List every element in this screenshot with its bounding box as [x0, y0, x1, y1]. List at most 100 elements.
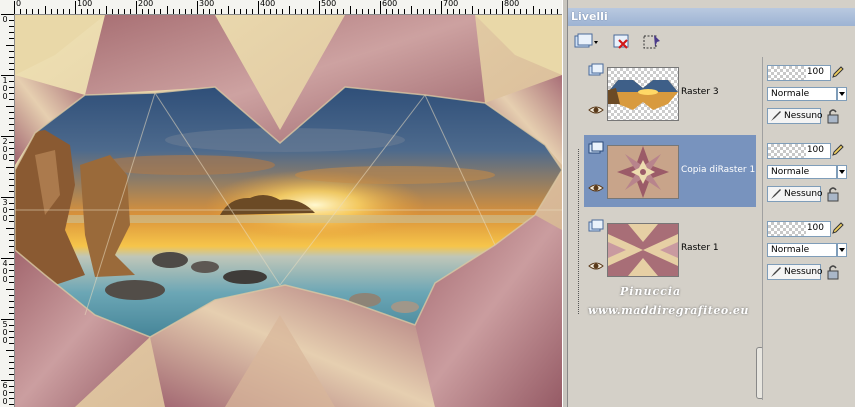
blend-mode-select[interactable]: Normale	[767, 165, 837, 179]
ruler-tick	[9, 190, 14, 192]
ruler-tick	[9, 373, 14, 375]
ruler-tick	[428, 9, 430, 14]
blend-mode-select[interactable]: Normale	[767, 87, 837, 101]
link-mask-button[interactable]: Nessuno	[767, 264, 823, 280]
opacity-slider[interactable]: 100	[767, 221, 831, 237]
ruler-tick	[532, 6, 534, 14]
ruler-tick	[514, 9, 516, 14]
ruler-tick	[9, 81, 14, 83]
ruler-tick	[410, 6, 412, 14]
chevron-down-icon[interactable]	[837, 87, 847, 101]
raster-layer-icon	[588, 219, 604, 232]
ruler-tick	[9, 355, 14, 357]
ruler-label: 600	[2, 381, 8, 406]
ruler-tick	[251, 9, 253, 14]
layer-props-raster-1: 100 Normale Nessuno	[763, 213, 855, 285]
ruler-label: 0	[2, 15, 8, 24]
ruler-tick	[6, 349, 14, 351]
ruler-tick	[9, 331, 14, 333]
ruler-tick	[56, 9, 58, 14]
ruler-tick	[349, 6, 351, 14]
ruler-tick	[544, 9, 546, 14]
layer-props-raster-3: 100 Normale Nessuno	[763, 57, 855, 129]
ruler-tick	[9, 221, 14, 223]
eye-icon[interactable]	[588, 261, 604, 271]
image-canvas[interactable]	[14, 15, 562, 407]
layer-thumbnail	[607, 67, 679, 121]
ruler-tick	[9, 337, 14, 339]
ruler-tick	[105, 6, 107, 14]
ruler-tick	[32, 9, 34, 14]
ruler-tick	[9, 404, 14, 406]
ruler-tick	[99, 9, 101, 14]
ruler-label: 500	[321, 0, 337, 8]
layer-list: Raster 3 Copia diRaster 1 Raster 1	[572, 57, 764, 400]
ruler-tick	[178, 9, 180, 14]
pencil-icon[interactable]	[831, 65, 845, 79]
opacity-slider[interactable]: 100	[767, 143, 831, 159]
ruler-label: 0	[16, 0, 22, 8]
brush-icon	[771, 189, 781, 199]
ruler-tick	[172, 9, 174, 14]
ruler-tick	[123, 9, 125, 14]
ruler-label: 300	[2, 198, 8, 223]
ruler-tick	[337, 9, 339, 14]
ruler-tick	[221, 9, 223, 14]
ruler-tick	[20, 9, 22, 14]
ruler-tick	[276, 9, 278, 14]
lock-icon[interactable]	[825, 186, 841, 202]
ruler-tick	[209, 9, 211, 14]
ruler-tick	[471, 6, 473, 14]
lock-icon[interactable]	[825, 108, 841, 124]
ruler-tick	[373, 9, 375, 14]
chevron-down-icon[interactable]	[837, 165, 847, 179]
ruler-tick	[9, 276, 14, 278]
pencil-icon[interactable]	[831, 221, 845, 235]
layer-row-raster-1[interactable]: Raster 1	[584, 213, 756, 285]
ruler-tick	[9, 386, 14, 388]
ruler-tick	[6, 44, 14, 46]
ruler-tick	[556, 9, 558, 14]
new-layer-button[interactable]	[572, 31, 602, 53]
link-mask-button[interactable]: Nessuno	[767, 108, 823, 124]
layer-name: Copia diRaster 1	[681, 165, 756, 175]
lock-icon[interactable]	[825, 264, 841, 280]
ruler-tick	[434, 9, 436, 14]
ruler-tick	[9, 160, 14, 162]
ruler-tick	[288, 6, 290, 14]
layer-row-raster-3[interactable]: Raster 3	[584, 57, 756, 129]
ruler-label: 800	[504, 0, 520, 8]
edit-selection-button[interactable]	[640, 31, 664, 53]
ruler-tick	[270, 9, 272, 14]
opacity-value: 100	[806, 145, 824, 155]
ruler-tick	[160, 9, 162, 14]
ruler-tick	[9, 38, 14, 40]
chevron-down-icon[interactable]	[837, 243, 847, 257]
opacity-slider[interactable]: 100	[767, 65, 831, 81]
ruler-tick	[483, 9, 485, 14]
ruler-tick	[9, 361, 14, 363]
link-mask-button[interactable]: Nessuno	[767, 186, 823, 202]
ruler-tick	[38, 9, 40, 14]
ruler-tick	[9, 26, 14, 28]
ruler-tick	[9, 50, 14, 52]
eye-icon[interactable]	[588, 183, 604, 193]
ruler-tick	[398, 9, 400, 14]
pencil-icon[interactable]	[831, 143, 845, 157]
ruler-tick	[9, 111, 14, 113]
ruler-tick	[380, 1, 381, 14]
ruler-label: 100	[77, 0, 93, 8]
layer-row-copia-diraster-1[interactable]: Copia diRaster 1	[584, 135, 756, 207]
blend-mode-select[interactable]: Normale	[767, 243, 837, 257]
ruler-tick	[81, 9, 83, 14]
ruler-tick	[9, 239, 14, 241]
ruler-tick	[9, 20, 14, 22]
ruler-tick	[294, 9, 296, 14]
ruler-tick	[386, 9, 388, 14]
ruler-tick	[447, 9, 449, 14]
eye-icon[interactable]	[588, 105, 604, 115]
delete-layer-button[interactable]	[610, 31, 634, 53]
ruler-tick	[331, 9, 333, 14]
ruler-tick	[9, 99, 14, 101]
ruler-tick	[392, 9, 394, 14]
